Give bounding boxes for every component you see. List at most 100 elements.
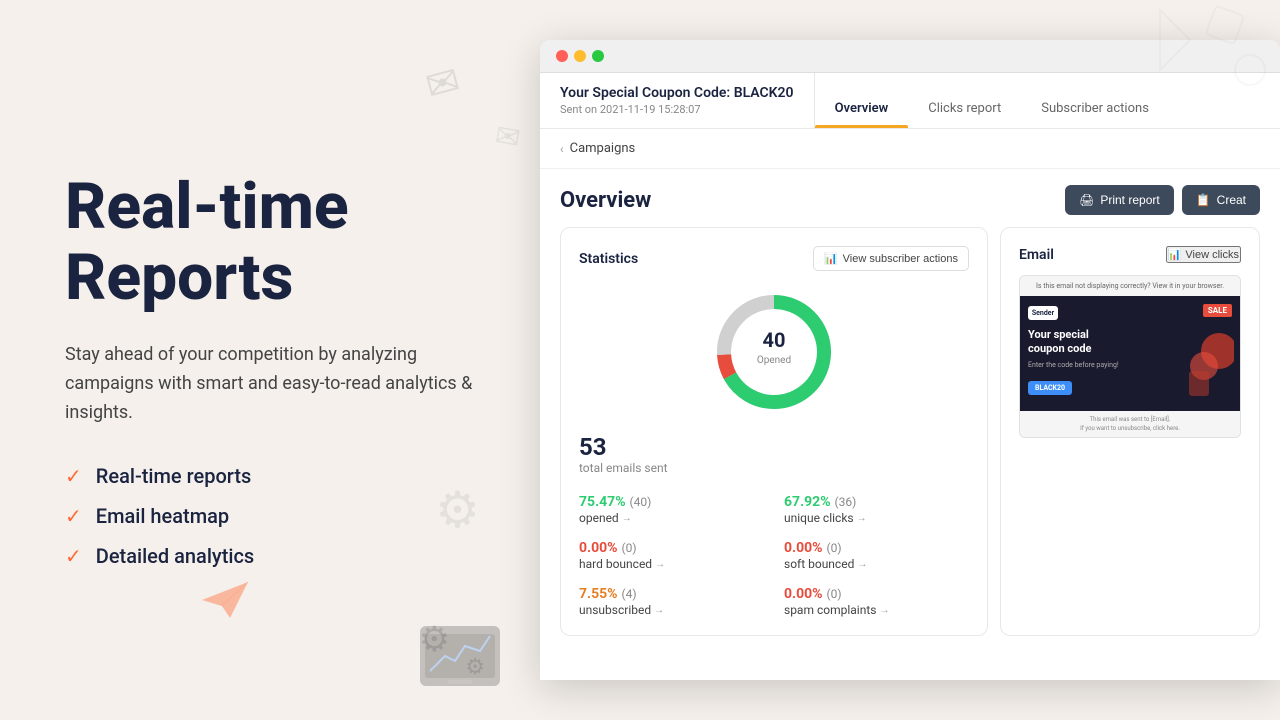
email-card-header: Email 📊 View clicks <box>1019 246 1241 263</box>
app-content: ‹ Campaigns Overview 🖨 Print report 📋 Cr… <box>540 129 1280 680</box>
breadcrumb-campaigns[interactable]: Campaigns <box>570 141 636 156</box>
donut-chart-container: 40 Opened <box>579 287 969 417</box>
feature-label-1: Real-time reports <box>96 464 252 488</box>
stat-opened-label[interactable]: opened → <box>579 511 764 525</box>
view-subscriber-actions-button[interactable]: 📊 View subscriber actions <box>813 246 969 271</box>
feature-label-3: Detailed analytics <box>96 544 254 568</box>
create-button[interactable]: 📋 Creat <box>1182 185 1260 215</box>
campaign-title: Your Special Coupon Code: BLACK20 <box>560 85 794 101</box>
stat-hard-bounce-label[interactable]: hard bounced → <box>579 557 764 571</box>
deco-gear-3: ⚙ <box>465 655 485 680</box>
email-top-notice: Is this email not displaying correctly? … <box>1020 276 1240 296</box>
stat-spam-count: (0) <box>826 587 841 601</box>
tab-subscriber-actions[interactable]: Subscriber actions <box>1021 87 1169 128</box>
stat-unsubscribed-count: (4) <box>621 587 636 601</box>
statistics-card: Statistics 📊 View subscriber actions <box>560 227 988 636</box>
campaign-info: Your Special Coupon Code: BLACK20 Sent o… <box>540 73 815 128</box>
stat-soft-bounce: 0.00% (0) soft bounced → <box>784 537 969 571</box>
coupon-code: BLACK20 <box>1028 381 1072 395</box>
print-icon: 🖨 <box>1079 193 1094 207</box>
stat-soft-bounce-arrow: → <box>857 559 867 570</box>
stat-soft-bounce-count: (0) <box>826 541 841 555</box>
breadcrumb-arrow: ‹ <box>560 142 564 156</box>
stat-soft-bounce-pct: 0.00% <box>784 540 823 556</box>
deco-envelope-2: ✉ <box>492 118 523 157</box>
deco-gear-2: ⚙ <box>419 619 450 660</box>
email-preview-body: Sender SALE Your special coupon code Ent… <box>1020 296 1240 411</box>
svg-text:Opened: Opened <box>757 355 791 366</box>
donut-chart: 40 Opened <box>709 287 839 417</box>
left-panel: ✉ ✉ ⚙ Real-time Reports Stay ahead of yo… <box>0 0 540 720</box>
statistics-title: Statistics <box>579 251 638 267</box>
cards-row: Statistics 📊 View subscriber actions <box>540 227 1280 656</box>
stat-unsubscribed-label[interactable]: unsubscribed → <box>579 603 764 617</box>
stat-hard-bounce-arrow: → <box>655 559 665 570</box>
email-footer: This email was sent to [Email]. If you w… <box>1020 411 1240 437</box>
feature-label-2: Email heatmap <box>96 504 229 528</box>
stat-opened-pct: 75.47% <box>579 494 626 510</box>
email-deco-shapes <box>1184 331 1234 405</box>
stats-grid: 75.47% (40) opened → 67.92% <box>579 491 969 617</box>
stat-unique-clicks-label[interactable]: unique clicks → <box>784 511 969 525</box>
stat-unsubscribed-pct: 7.55% <box>579 586 618 602</box>
stat-unique-clicks-pct: 67.92% <box>784 494 831 510</box>
browser-dot-yellow[interactable] <box>574 50 586 62</box>
hero-subtitle: Stay ahead of your competition by analyz… <box>65 341 485 427</box>
print-report-button[interactable]: 🖨 Print report <box>1065 185 1174 215</box>
browser-dot-red[interactable] <box>556 50 568 62</box>
view-clicks-button[interactable]: 📊 View clicks <box>1166 246 1241 263</box>
email-card: Email 📊 View clicks Is this email not di… <box>1000 227 1260 636</box>
feature-item-3: ✓ Detailed analytics <box>65 544 490 568</box>
browser-window: Your Special Coupon Code: BLACK20 Sent o… <box>540 40 1280 680</box>
tab-overview[interactable]: Overview <box>815 87 909 128</box>
stat-spam: 0.00% (0) spam complaints → <box>784 583 969 617</box>
stat-spam-pct: 0.00% <box>784 586 823 602</box>
check-icon-1: ✓ <box>65 464 82 488</box>
email-preview-wrapper: Is this email not displaying correctly? … <box>1019 275 1241 438</box>
email-sender-bar: Sender <box>1028 306 1232 320</box>
section-header: Overview 🖨 Print report 📋 Creat <box>540 169 1280 227</box>
chart-icon: 📊 <box>824 252 838 265</box>
email-column: Email 📊 View clicks Is this email not di… <box>1000 227 1260 636</box>
stat-opened: 75.47% (40) opened → <box>579 491 764 525</box>
paper-plane-icon <box>200 580 250 620</box>
page-title: Overview <box>560 188 651 213</box>
stat-opened-arrow: → <box>622 513 632 524</box>
check-icon-3: ✓ <box>65 544 82 568</box>
stat-unique-clicks: 67.92% (36) unique clicks → <box>784 491 969 525</box>
total-sent-label: total emails sent <box>579 461 969 475</box>
deco-envelope-1: ✉ <box>421 56 466 110</box>
stat-unsubscribed: 7.55% (4) unsubscribed → <box>579 583 764 617</box>
stat-opened-count: (40) <box>630 495 652 509</box>
total-sent: 53 total emails sent <box>579 433 969 475</box>
stat-hard-bounce: 0.00% (0) hard bounced → <box>579 537 764 571</box>
feature-item-2: ✓ Email heatmap <box>65 504 490 528</box>
email-card-title: Email <box>1019 247 1054 263</box>
main-column: ‹ Campaigns Overview 🖨 Print report 📋 Cr… <box>540 129 1280 680</box>
stat-soft-bounce-label[interactable]: soft bounced → <box>784 557 969 571</box>
total-sent-number: 53 <box>579 433 969 461</box>
stat-hard-bounce-pct: 0.00% <box>579 540 618 556</box>
hero-title: Real-time Reports <box>65 172 490 313</box>
create-icon: 📋 <box>1196 193 1211 207</box>
stat-unique-clicks-count: (36) <box>835 495 857 509</box>
svg-text:40: 40 <box>763 328 786 352</box>
stat-unsubscribed-arrow: → <box>654 605 664 616</box>
right-panel: Your Special Coupon Code: BLACK20 Sent o… <box>540 0 1280 720</box>
breadcrumb: ‹ Campaigns <box>540 129 1280 169</box>
stat-spam-arrow: → <box>879 605 889 616</box>
stat-spam-label[interactable]: spam complaints → <box>784 603 969 617</box>
feature-list: ✓ Real-time reports ✓ Email heatmap ✓ De… <box>65 464 490 568</box>
sale-badge: SALE <box>1203 304 1232 317</box>
stat-hard-bounce-count: (0) <box>621 541 636 555</box>
chart-bar-icon: 📊 <box>1168 248 1182 261</box>
tab-clicks-report[interactable]: Clicks report <box>908 87 1021 128</box>
app-header: Your Special Coupon Code: BLACK20 Sent o… <box>540 73 1280 129</box>
campaign-date: Sent on 2021-11-19 15:28:07 <box>560 103 794 116</box>
header-tabs: Overview Clicks report Subscriber action… <box>815 73 1280 128</box>
check-icon-2: ✓ <box>65 504 82 528</box>
stats-card-header: Statistics 📊 View subscriber actions <box>579 246 969 271</box>
browser-dot-green[interactable] <box>592 50 604 62</box>
deco-gear: ⚙ <box>435 481 480 540</box>
browser-chrome <box>540 40 1280 73</box>
